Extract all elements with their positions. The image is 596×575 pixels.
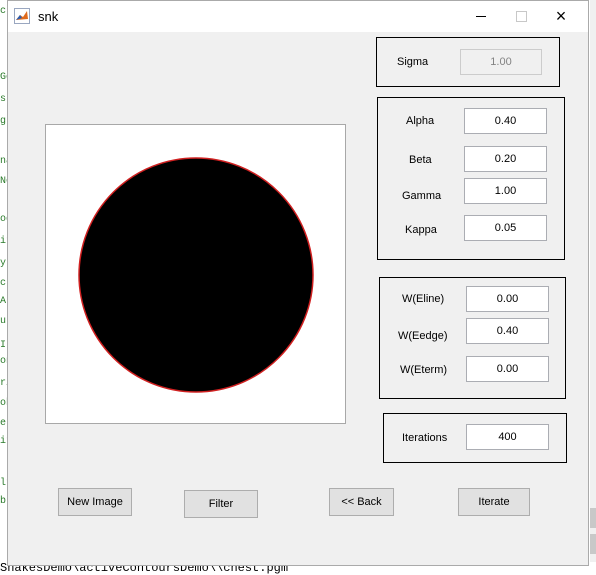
iterate-button[interactable]: Iterate xyxy=(458,488,530,516)
maximize-button[interactable] xyxy=(501,3,541,29)
background-code-line: s xyxy=(0,94,7,105)
snake-contour xyxy=(78,157,314,393)
alpha-field[interactable]: 0.40 xyxy=(464,108,547,134)
background-code-line: b xyxy=(0,496,7,507)
close-button[interactable]: × xyxy=(541,3,581,29)
alpha-label: Alpha xyxy=(406,115,435,127)
maximize-icon xyxy=(515,10,527,22)
eterm-field[interactable]: 0.00 xyxy=(466,356,549,382)
iterations-label: Iterations xyxy=(402,432,448,444)
filter-button[interactable]: Filter xyxy=(184,490,258,518)
iterations-panel: Iterations 400 xyxy=(383,413,567,463)
new-image-button[interactable]: New Image xyxy=(58,488,132,516)
background-code-line: c xyxy=(0,278,7,289)
back-button[interactable]: << Back xyxy=(329,488,394,516)
background-code-line: y xyxy=(0,258,7,269)
eterm-label: W(Eterm) xyxy=(400,364,448,376)
background-code-line: I xyxy=(0,340,7,351)
background-code-line: u xyxy=(0,316,7,327)
beta-field[interactable]: 0.20 xyxy=(464,146,547,172)
sigma-label: Sigma xyxy=(397,56,429,68)
image-axes[interactable] xyxy=(45,124,346,424)
background-code-line: c xyxy=(0,6,7,17)
sigma-field[interactable]: 1.00 xyxy=(460,49,542,75)
eline-field[interactable]: 0.00 xyxy=(466,286,549,312)
gamma-label: Gamma xyxy=(402,190,442,202)
minimize-button[interactable] xyxy=(461,3,501,29)
kappa-label: Kappa xyxy=(405,224,437,236)
title-bar[interactable]: snk × xyxy=(8,1,588,32)
window-title: snk xyxy=(38,9,59,24)
background-scrollbar xyxy=(590,0,596,575)
minimize-icon xyxy=(476,15,486,17)
sigma-panel: Sigma 1.00 xyxy=(376,37,560,87)
kappa-field[interactable]: 0.05 xyxy=(464,215,547,241)
background-code-line: A xyxy=(0,296,7,307)
eedge-label: W(Eedge) xyxy=(398,330,448,342)
gamma-field[interactable]: 1.00 xyxy=(464,178,547,204)
params-panel: Alpha 0.40 Beta 0.20 Gamma 1.00 Kappa 0.… xyxy=(377,97,565,260)
background-scroll-thumb xyxy=(590,508,596,528)
weights-panel: W(Eline) 0.00 W(Eedge) 0.40 W(Eterm) 0.0… xyxy=(379,277,566,399)
matlab-icon xyxy=(14,8,30,24)
eedge-field[interactable]: 0.40 xyxy=(466,318,549,344)
iterations-field[interactable]: 400 xyxy=(466,424,549,450)
close-icon: × xyxy=(555,6,567,26)
beta-label: Beta xyxy=(409,154,432,166)
figure-window: snk × Sigma 1.00 Alpha 0.40 Beta 0.20 Ga… xyxy=(7,0,589,566)
image-canvas xyxy=(78,157,314,393)
background-scroll-thumb xyxy=(590,534,596,554)
eline-label: W(Eline) xyxy=(402,293,445,305)
